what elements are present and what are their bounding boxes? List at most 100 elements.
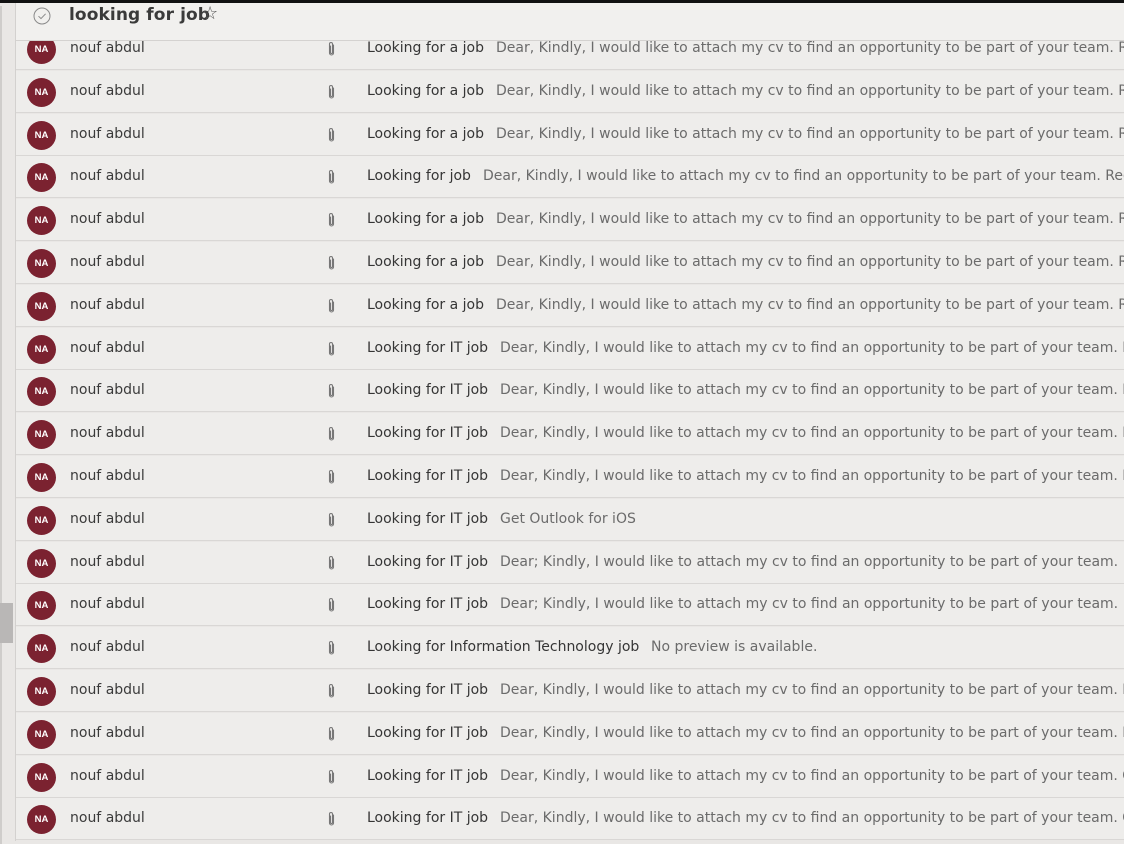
message-row[interactable]: NA nouf abdul Looking for Information Tech… [16,627,1124,670]
message-row[interactable]: NA nouf abdul Looking for IT job Dear; Kind… [16,541,1124,584]
sender-name: nouf abdul [70,510,145,527]
paperclip-icon [328,427,335,441]
message-row[interactable]: NA nouf abdul Looking for IT job Dear, Kind… [16,327,1124,370]
sender-name: nouf abdul [70,682,145,698]
scrollbar-thumb[interactable] [0,603,13,643]
message-subject: Looking for IT job [367,682,489,698]
sender-name: nouf abdul [70,125,145,142]
message-row[interactable]: NA nouf abdul Looking for IT job Dear, Kind… [16,413,1124,456]
avatar: NA [27,591,56,621]
paperclip-icon [328,341,335,356]
sender-name: nouf abdul [70,211,145,228]
message-preview: Dear, Kindly, I would like to attach my … [500,767,1124,784]
message-subject: Looking for job [367,168,471,185]
avatar: NA [27,634,56,664]
message-row[interactable]: NA nouf abdul Looking for IT job Dear, Kind… [16,456,1124,498]
paperclip-icon [328,555,335,570]
message-subject: Looking for IT job [367,724,489,741]
star-outline-icon[interactable]: ☆ [202,3,218,24]
avatar: NA [27,805,56,835]
sender-name: nouf abdul [70,724,145,741]
message-preview: Dear, Kindly, I would like to attach my … [500,810,1124,827]
avatar: NA [27,505,56,535]
paperclip-icon [328,213,335,227]
message-row[interactable]: NA nouf abdul Looking for a job Dear, Kindl… [16,242,1124,284]
message-preview: Dear, Kindly, I would like to attach my … [500,468,1124,484]
message-preview: Dear, Kindly, I would like to attach my … [500,682,1124,698]
avatar: NA [27,77,56,107]
paperclip-icon [328,684,335,698]
sender-name: nouf abdul [70,425,145,442]
sender-name: nouf abdul [70,596,145,613]
avatar: NA [27,719,56,749]
message-subject: Looking for a job [367,40,484,56]
conversation-title: looking for job [69,5,211,25]
message-subject: Looking for IT job [367,468,489,484]
avatar: NA [27,163,56,193]
message-preview: Dear, Kindly, I would like to attach my … [496,254,1124,270]
avatar: NA [27,206,56,236]
avatar: NA [27,420,56,450]
sender-name: nouf abdul [70,82,145,99]
sender-name: nouf abdul [70,553,145,570]
paperclip-icon [328,384,335,398]
message-preview: Dear, Kindly, I would like to attach my … [496,82,1124,99]
avatar: NA [27,677,56,706]
message-row[interactable]: NA nouf abdul Looking for IT job Dear, Kind… [16,712,1124,755]
message-preview: Dear, Kindly, I would like to attach my … [483,168,1124,185]
paperclip-icon [328,812,335,826]
sender-name: nouf abdul [70,296,145,313]
paperclip-icon [328,170,335,184]
paperclip-icon [328,256,335,270]
paperclip-icon [328,598,335,612]
sender-name: nouf abdul [70,767,145,784]
message-row[interactable]: NA nouf abdul Looking for IT job Dear, Kind… [16,670,1124,712]
message-subject: Looking for IT job [367,382,489,399]
avatar: NA [27,377,56,407]
message-row[interactable]: NA nouf abdul Looking for IT job Dear, Kind… [16,798,1124,841]
sender-name: nouf abdul [70,254,145,270]
message-subject: Looking for a job [367,296,484,313]
avatar: NA [27,291,56,321]
sender-name: nouf abdul [70,339,145,356]
paperclip-icon [328,470,335,484]
message-preview: Get Outlook for iOS [500,510,636,527]
paperclip-icon [328,42,335,56]
sender-name: nouf abdul [70,382,145,399]
message-preview: Dear, Kindly, I would like to attach my … [496,40,1124,56]
avatar: NA [27,120,56,150]
paperclip-icon [328,769,335,784]
message-preview: Dear, Kindly, I would like to attach my … [500,339,1124,356]
message-preview: No preview is available. [651,639,818,656]
message-row[interactable]: NA nouf abdul Looking for IT job Dear, Kind… [16,370,1124,413]
message-preview: Dear, Kindly, I would like to attach my … [496,125,1124,142]
sender-name: nouf abdul [70,468,145,484]
message-subject: Looking for a job [367,254,484,270]
message-preview: Dear; Kindly, I would like to attach my … [500,553,1119,570]
message-subject: Looking for a job [367,82,484,99]
message-subject: Looking for IT job [367,767,489,784]
sender-name: nouf abdul [70,810,145,827]
message-row[interactable]: NA nouf abdul Looking for a job Dear, Kindl… [16,284,1124,327]
circle-check-icon[interactable] [33,7,51,25]
message-row[interactable]: NA nouf abdul Looking for a job Dear, Kindl… [16,70,1124,113]
message-row[interactable]: NA nouf abdul Looking for a job Dear, Kindl… [16,199,1124,242]
message-row[interactable]: NA nouf abdul Looking for IT job Dear; Kind… [16,584,1124,627]
rail-divider [0,6,2,844]
message-subject: Looking for IT job [367,810,489,827]
paperclip-icon [328,641,335,655]
conversation-header: looking for job ☆ [16,3,1124,41]
avatar: NA [27,762,56,792]
left-rail [0,3,16,844]
message-subject: Looking for a job [367,211,484,228]
message-row[interactable]: NA nouf abdul Looking for IT job Dear, Kind… [16,755,1124,798]
message-preview: Dear, Kindly, I would like to attach my … [496,211,1124,228]
message-subject: Looking for Information Technology job [367,639,640,656]
message-row[interactable]: NA nouf abdul Looking for job Dear, Kindly,… [16,156,1124,199]
message-row[interactable]: NA nouf abdul Looking for IT job Get Outloo… [16,498,1124,541]
message-subject: Looking for IT job [367,339,489,356]
sender-name: nouf abdul [70,40,145,56]
paperclip-icon [328,298,335,313]
message-row[interactable]: NA nouf abdul Looking for a job Dear, Kindl… [16,113,1124,156]
message-subject: Looking for a job [367,125,484,142]
